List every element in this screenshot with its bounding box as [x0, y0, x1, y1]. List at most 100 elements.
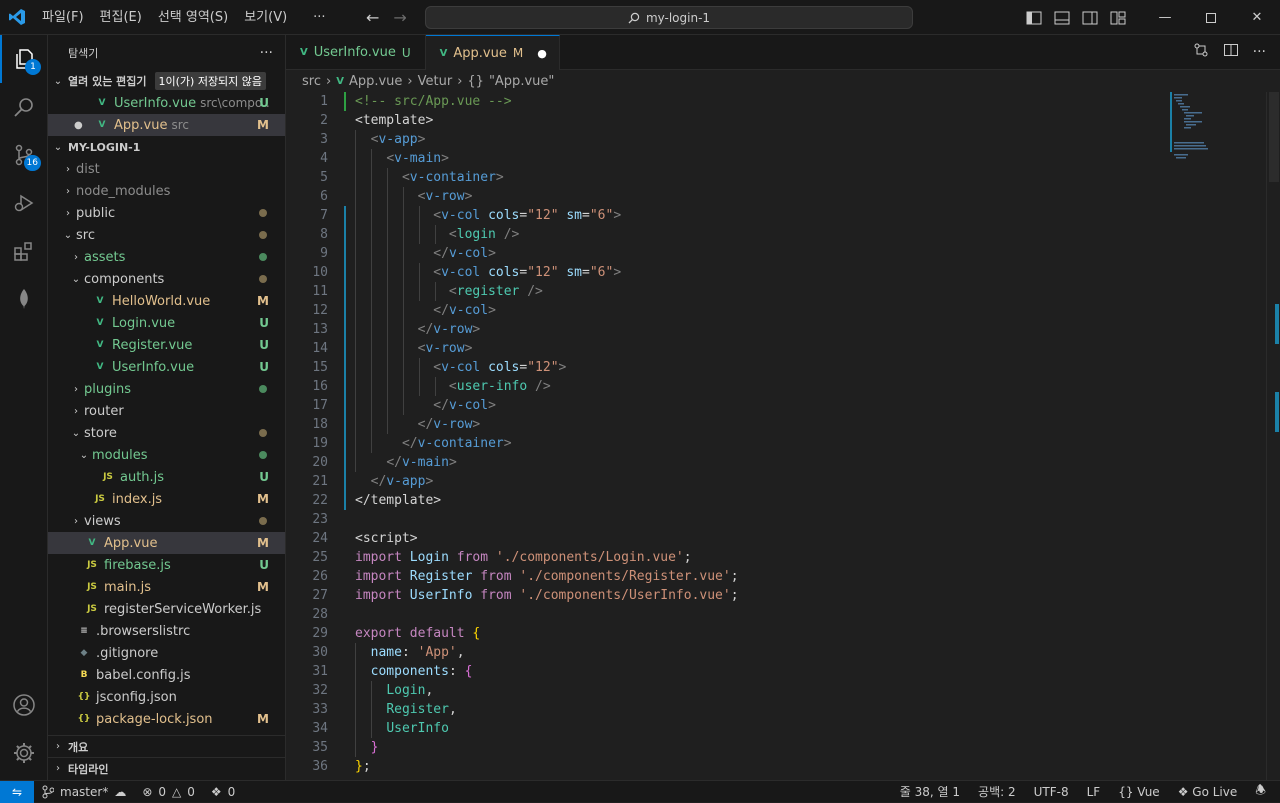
chevron-right-icon: › [66, 163, 70, 175]
js-file-icon: JS [87, 582, 97, 592]
menu-selection[interactable]: 선택 영역(S) [150, 0, 236, 35]
more-actions-icon[interactable]: ··· [1253, 44, 1266, 60]
split-editor-icon[interactable] [1223, 42, 1239, 62]
tab-userinfo[interactable]: V UserInfo.vue U [286, 35, 426, 70]
git-status: U [259, 316, 269, 330]
menu-more[interactable]: ··· [295, 0, 333, 35]
tree-item-label: .browserslistrc [96, 623, 191, 639]
explorer-title: 탐색기 [68, 46, 99, 60]
unsaved-dot-icon[interactable]: ● [537, 47, 547, 60]
ports-indicator[interactable]: ❖ 0 [203, 785, 243, 799]
editor-scrollbar[interactable] [1266, 92, 1280, 780]
settings-gear-icon[interactable] [0, 729, 48, 777]
tree-item[interactable]: V Register.vue U [48, 334, 285, 356]
indentation[interactable]: 공백: 2 [978, 783, 1016, 800]
run-debug-icon[interactable] [0, 179, 48, 227]
tree-item[interactable]: › node_modules [48, 180, 285, 202]
tree-item[interactable]: ⌄ src [48, 224, 285, 246]
unsaved-dot-icon[interactable]: ● [74, 120, 94, 131]
search-icon[interactable] [0, 83, 48, 131]
tree-item[interactable]: V HelloWorld.vue M [48, 290, 285, 312]
tree-item-label: node_modules [76, 183, 171, 199]
open-editors-header[interactable]: ⌄ 열려 있는 편집기 1이(가) 저장되지 않음 [48, 70, 285, 92]
minimize-icon[interactable]: — [1142, 0, 1188, 35]
sync-icon[interactable]: ☁ [114, 785, 126, 799]
maximize-icon[interactable] [1188, 0, 1234, 35]
json-file-icon: {} [77, 692, 91, 702]
git-branch-icon [42, 785, 54, 798]
customize-layout-icon[interactable] [1104, 0, 1132, 35]
tree-item-label: HelloWorld.vue [112, 293, 211, 309]
menu-view[interactable]: 보기(V) [236, 0, 295, 35]
tree-item[interactable]: › router [48, 400, 285, 422]
tree-item[interactable]: › public [48, 202, 285, 224]
chevron-right-icon: › [66, 185, 70, 197]
back-arrow-icon[interactable]: ← [366, 8, 379, 27]
tree-item[interactable]: › dist [48, 158, 285, 180]
menu-file[interactable]: 파일(F) [34, 0, 92, 35]
menu-edit[interactable]: 편집(E) [92, 0, 150, 35]
tree-item[interactable]: Bbabel.config.js [48, 664, 285, 686]
outline-header[interactable]: › 개요 [48, 735, 285, 757]
minimap[interactable] [1170, 92, 1266, 780]
explorer-more-icon[interactable]: ··· [260, 45, 273, 61]
scrollbar-thumb[interactable] [1269, 92, 1279, 182]
project-root-header[interactable]: ⌄ MY-LOGIN-1 [48, 136, 285, 158]
vue-file-icon: V [96, 318, 104, 328]
tree-item[interactable]: ⌄ components [48, 268, 285, 290]
open-editor-item[interactable]: ● V App.vue src M [48, 114, 285, 136]
close-icon[interactable]: ✕ [1234, 0, 1280, 35]
vue-file-icon: V [96, 362, 104, 372]
tree-item[interactable]: JS auth.js U [48, 466, 285, 488]
breadcrumb-src[interactable]: src [302, 74, 321, 89]
tree-item[interactable]: JS firebase.js U [48, 554, 285, 576]
breadcrumb-symbol[interactable]: "App.vue" [489, 74, 554, 89]
extensions-icon[interactable] [0, 227, 48, 275]
error-count: 0 [158, 784, 167, 799]
timeline-header[interactable]: › 타임라인 [48, 757, 285, 779]
breadcrumb-vetur[interactable]: Vetur [418, 74, 453, 89]
toggle-primary-sidebar-icon[interactable] [1020, 0, 1048, 35]
tab-app[interactable]: V App.vue M ● [425, 35, 560, 70]
forward-arrow-icon[interactable]: → [393, 8, 406, 27]
tree-item[interactable]: V App.vue M [48, 532, 285, 554]
encoding[interactable]: UTF-8 [1034, 785, 1069, 799]
tree-item[interactable]: JS main.js M [48, 576, 285, 598]
cursor-position[interactable]: 줄 38, 열 1 [900, 783, 960, 800]
tree-item[interactable]: JS index.js M [48, 488, 285, 510]
end-of-line[interactable]: LF [1087, 785, 1101, 799]
tree-item-label: public [76, 205, 116, 221]
tree-item[interactable]: ⌄ store [48, 422, 285, 444]
branch-indicator[interactable]: master* ☁ [34, 785, 134, 799]
go-live-button[interactable]: ❖ Go Live [1178, 785, 1238, 799]
tree-item[interactable]: JS registerServiceWorker.js [48, 598, 285, 620]
breadcrumb-file[interactable]: App.vue [349, 74, 402, 89]
open-editor-item[interactable]: V UserInfo.vue src\compo... U [48, 92, 285, 114]
tree-item[interactable]: V UserInfo.vue U [48, 356, 285, 378]
explorer-icon[interactable]: 1 [0, 35, 48, 83]
remote-indicator-icon[interactable]: ⇋ [0, 780, 34, 803]
mongodb-leaf-icon[interactable] [0, 275, 48, 323]
toggle-panel-icon[interactable] [1048, 0, 1076, 35]
broadcast-icon: ❖ [210, 784, 222, 799]
tree-item[interactable]: › assets [48, 246, 285, 268]
tree-item[interactable]: ⌄ modules [48, 444, 285, 466]
tree-item[interactable]: › views [48, 510, 285, 532]
tree-item[interactable]: ◆ .gitignore [48, 642, 285, 664]
tree-item[interactable]: V Login.vue U [48, 312, 285, 334]
git-status: U [259, 338, 269, 352]
tree-item[interactable]: › plugins [48, 378, 285, 400]
accounts-icon[interactable] [0, 681, 48, 729]
tree-item[interactable]: ≡ .browserslistrc [48, 620, 285, 642]
tree-item[interactable]: {} package-lock.json M [48, 708, 285, 730]
code-editor[interactable]: 1 <!-- src/App.vue --> 2 <template> 3 <v-a… [286, 92, 1266, 780]
tree-item[interactable]: {} jsconfig.json [48, 686, 285, 708]
toggle-secondary-sidebar-icon[interactable] [1076, 0, 1104, 35]
open-editor-name: UserInfo.vue [114, 95, 197, 111]
command-center-search[interactable]: my-login-1 [425, 6, 913, 29]
source-control-icon[interactable]: 16 [0, 131, 48, 179]
notifications-bell-icon[interactable]: 🕭︎ [1255, 781, 1266, 802]
language-mode[interactable]: {} Vue [1118, 785, 1160, 799]
problems-indicator[interactable]: ⊗ 0 △ 0 [134, 785, 203, 799]
compare-changes-icon[interactable] [1193, 42, 1209, 62]
